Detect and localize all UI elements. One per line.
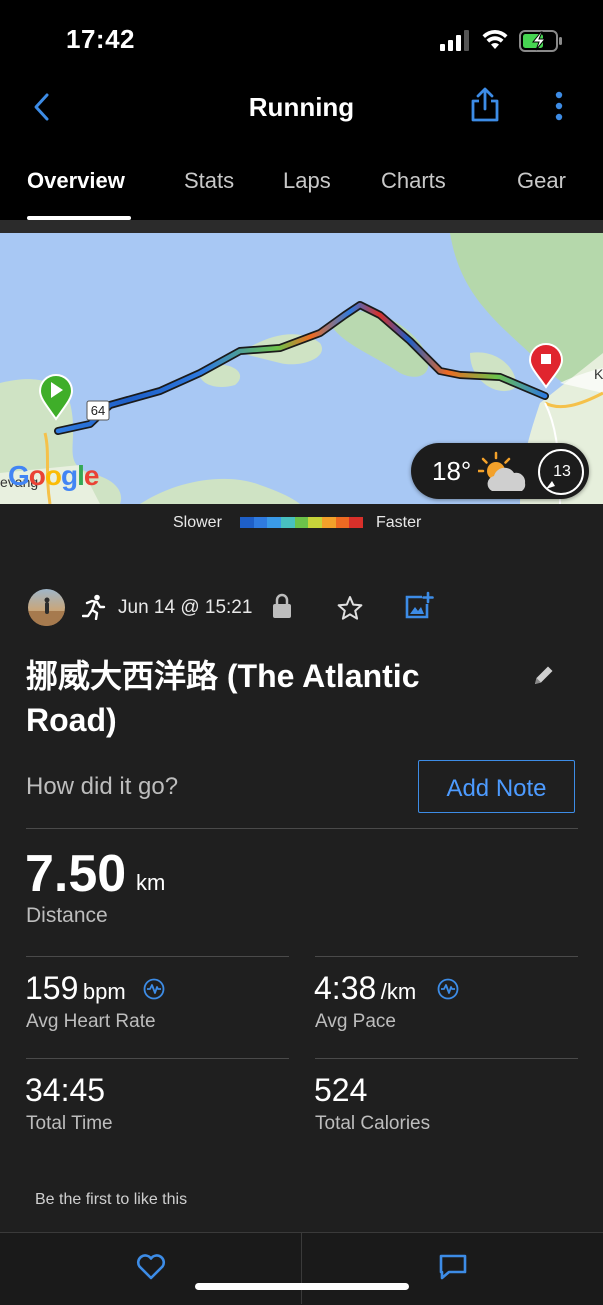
activity-name: 挪威大西洋路 (The Atlantic Road) — [26, 658, 420, 738]
distance-value: 7.50 — [25, 845, 127, 903]
wifi-icon — [482, 30, 508, 49]
speed-color-swatch — [294, 517, 309, 528]
legend-faster-label: Faster — [376, 514, 422, 531]
speed-color-swatch — [322, 517, 336, 528]
pace-chart-icon[interactable] — [437, 978, 459, 1000]
speed-color-scale — [240, 517, 364, 528]
temperature-value: 18° — [432, 456, 472, 486]
pace-stat[interactable]: 4:38 /km — [314, 970, 416, 1007]
signal-icon — [440, 30, 469, 51]
heart-rate-label: Avg Heart Rate — [26, 1011, 156, 1032]
pace-value: 4:38 — [314, 970, 377, 1006]
speed-color-swatch — [253, 517, 268, 528]
speed-color-swatch — [335, 517, 350, 528]
legend-slower-label: Slower — [173, 514, 222, 531]
avatar[interactable] — [28, 589, 65, 626]
divider — [315, 1058, 578, 1059]
status-time: 17:42 — [66, 24, 135, 54]
home-indicator — [195, 1283, 409, 1290]
map-place-label: K — [594, 366, 603, 382]
speed-color-swatch — [267, 517, 282, 528]
tab-stats[interactable]: Stats — [184, 168, 234, 194]
google-logo: Google — [8, 460, 99, 491]
comment-icon[interactable] — [438, 1253, 468, 1281]
divider — [301, 1232, 302, 1304]
add-note-button[interactable]: Add Note — [418, 760, 575, 813]
likes-text: Be the first to like this — [35, 1191, 188, 1208]
heart-rate-chart-icon[interactable] — [143, 978, 165, 1000]
road-number-label: 64 — [90, 403, 106, 418]
speed-color-swatch — [349, 517, 364, 528]
note-prompt: How did it go? — [26, 773, 179, 800]
star-icon[interactable] — [337, 595, 363, 621]
avatar-image — [28, 597, 65, 626]
tab-charts[interactable]: Charts — [381, 168, 446, 194]
battery-charging-icon — [519, 30, 562, 52]
tab-overview[interactable]: Overview — [27, 168, 125, 194]
speed-color-swatch — [281, 517, 295, 528]
speed-color-swatch — [240, 517, 254, 528]
speed-color-swatch — [308, 517, 323, 528]
distance-label: Distance — [26, 904, 108, 927]
page-title: Running — [248, 92, 355, 122]
activity-date: Jun 14 @ 15:21 — [118, 597, 253, 618]
total-calories-value: 524 — [314, 1072, 368, 1108]
add-photo-icon[interactable] — [404, 591, 434, 621]
share-icon[interactable] — [470, 87, 500, 123]
divider — [26, 828, 578, 829]
total-calories-label: Total Calories — [315, 1113, 431, 1134]
pace-unit: /km — [380, 979, 417, 1004]
heart-rate-stat[interactable]: 159 bpm — [25, 970, 126, 1007]
like-heart-icon[interactable] — [135, 1253, 167, 1281]
partly-cloudy-icon — [478, 451, 526, 491]
pace-label: Avg Pace — [315, 1011, 396, 1032]
running-icon — [82, 594, 106, 620]
tab-laps[interactable]: Laps — [283, 168, 331, 194]
divider — [315, 956, 578, 957]
divider — [26, 1058, 289, 1059]
heart-rate-unit: bpm — [82, 979, 126, 1004]
total-time-value: 34:45 — [25, 1072, 106, 1108]
divider — [26, 956, 289, 957]
lock-icon[interactable] — [272, 593, 292, 619]
distance-unit: km — [136, 870, 166, 895]
tab-gear[interactable]: Gear — [517, 168, 566, 194]
wind-speed-value: 13 — [553, 463, 571, 480]
total-time-label: Total Time — [26, 1113, 113, 1134]
more-options-icon[interactable] — [553, 91, 565, 123]
divider — [0, 220, 603, 233]
heart-rate-value: 159 — [25, 970, 79, 1006]
edit-pencil-icon[interactable] — [532, 663, 556, 687]
